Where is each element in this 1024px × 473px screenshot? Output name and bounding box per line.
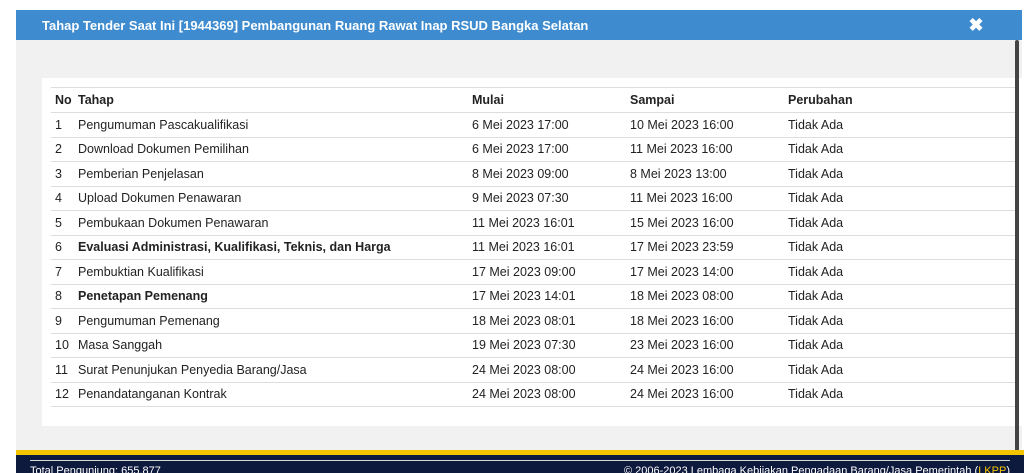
header-sampai: Sampai [626,87,784,113]
table-row: 12 Penandatanganan Kontrak 24 Mei 2023 08:… [51,382,1019,407]
cell-no: 5 [51,210,74,236]
cell-no: 10 [51,333,74,358]
cell-no: 2 [51,137,74,162]
cell-sampai: 10 Mei 2023 16:00 [626,112,784,138]
cell-perubahan: Tidak Ada [784,357,1019,383]
visitor-count: Total Pengunjung: 655.877 [30,465,161,473]
cell-tahap: Pengumuman Pemenang [74,308,468,334]
header-tahap: Tahap [74,87,468,113]
cell-tahap: Pembukaan Dokumen Penawaran [74,210,468,236]
cell-no: 6 [51,235,74,260]
cell-sampai: 18 Mei 2023 08:00 [626,284,784,309]
cell-perubahan: Tidak Ada [784,235,1019,260]
cell-no: 11 [51,357,74,383]
table-row: 2 Download Dokumen Pemilihan 6 Mei 2023 17… [51,137,1019,162]
cell-sampai: 24 Mei 2023 16:00 [626,357,784,383]
table-body: 1 Pengumuman Pascakualifikasi 6 Mei 2023 1… [51,112,1019,407]
table-row: 6 Evaluasi Administrasi, Kualifikasi, Tek… [51,235,1019,260]
cell-mulai: 9 Mei 2023 07:30 [468,186,626,211]
cell-mulai: 19 Mei 2023 07:30 [468,333,626,358]
scrollbar[interactable] [1015,40,1019,460]
cell-no: 7 [51,259,74,285]
cell-no: 8 [51,284,74,309]
table-row: 8 Penetapan Pemenang 17 Mei 2023 14:01 18 M… [51,284,1019,309]
cell-tahap: Download Dokumen Pemilihan [74,137,468,162]
table-row: 9 Pengumuman Pemenang 18 Mei 2023 08:01 18 … [51,308,1019,334]
cell-tahap: Pemberian Penjelasan [74,161,468,187]
table-row: 5 Pembukaan Dokumen Penawaran 11 Mei 2023 … [51,210,1019,236]
modal-header: Tahap Tender Saat Ini [1944369] Pembangu… [16,10,1022,40]
cell-mulai: 24 Mei 2023 08:00 [468,382,626,407]
tahap-tender-modal: Tahap Tender Saat Ini [1944369] Pembangu… [16,10,1024,450]
cell-sampai: 17 Mei 2023 23:59 [626,235,784,260]
cell-mulai: 8 Mei 2023 09:00 [468,161,626,187]
cell-tahap: Upload Dokumen Penawaran [74,186,468,211]
cell-sampai: 23 Mei 2023 16:00 [626,333,784,358]
cell-perubahan: Tidak Ada [784,333,1019,358]
cell-mulai: 18 Mei 2023 08:01 [468,308,626,334]
cell-tahap: Masa Sanggah [74,333,468,358]
cell-no: 4 [51,186,74,211]
table-row: 3 Pemberian Penjelasan 8 Mei 2023 09:00 8 M… [51,161,1019,187]
cell-mulai: 11 Mei 2023 16:01 [468,210,626,236]
cell-sampai: 8 Mei 2023 13:00 [626,161,784,187]
cell-mulai: 24 Mei 2023 08:00 [468,357,626,383]
table-row: 11 Surat Penunjukan Penyedia Barang/Jasa 2… [51,357,1019,383]
cell-tahap: Surat Penunjukan Penyedia Barang/Jasa [74,357,468,383]
site-footer: Total Pengunjung: 655.877 © 2006-2023 Le… [16,455,1024,473]
cell-tahap: Pengumuman Pascakualifikasi [74,112,468,138]
table-row: 1 Pengumuman Pascakualifikasi 6 Mei 2023 1… [51,112,1019,138]
cell-no: 9 [51,308,74,334]
cell-no: 3 [51,161,74,187]
cell-mulai: 11 Mei 2023 16:01 [468,235,626,260]
cell-sampai: 11 Mei 2023 16:00 [626,137,784,162]
cell-perubahan: Tidak Ada [784,259,1019,285]
cell-tahap: Penetapan Pemenang [74,284,468,309]
header-no: No [51,87,74,113]
cell-sampai: 24 Mei 2023 16:00 [626,382,784,407]
table-panel: No Tahap Mulai Sampai Perubahan 1 Pengumu… [42,78,1024,426]
cell-perubahan: Tidak Ada [784,308,1019,334]
cell-mulai: 17 Mei 2023 14:01 [468,284,626,309]
cell-perubahan: Tidak Ada [784,284,1019,309]
page: Tahap Tender Saat Ini [1944369] Pembangu… [0,0,1024,473]
table-row: 10 Masa Sanggah 19 Mei 2023 07:30 23 Mei 20… [51,333,1019,358]
cell-sampai: 15 Mei 2023 16:00 [626,210,784,236]
lkpp-link[interactable]: LKPP [978,465,1006,473]
cell-perubahan: Tidak Ada [784,186,1019,211]
cell-perubahan: Tidak Ada [784,161,1019,187]
table-row: 4 Upload Dokumen Penawaran 9 Mei 2023 07:3… [51,186,1019,211]
cell-perubahan: Tidak Ada [784,137,1019,162]
cell-tahap: Penandatanganan Kontrak [74,382,468,407]
table-header-row: No Tahap Mulai Sampai Perubahan [51,87,1019,113]
cell-tahap: Evaluasi Administrasi, Kualifikasi, Tekn… [74,235,468,260]
copyright: © 2006-2023 Lembaga Kebijakan Pengadaan … [624,465,1010,473]
copyright-close: ) [1006,465,1010,473]
cell-perubahan: Tidak Ada [784,210,1019,236]
header-mulai: Mulai [468,87,626,113]
header-perubahan: Perubahan [784,87,1019,113]
table-row: 7 Pembuktian Kualifikasi 17 Mei 2023 09:00… [51,259,1019,285]
cell-no: 1 [51,112,74,138]
tahap-table: No Tahap Mulai Sampai Perubahan 1 Pengumu… [51,87,1019,407]
footer-divider [30,460,1010,461]
cell-perubahan: Tidak Ada [784,112,1019,138]
cell-perubahan: Tidak Ada [784,382,1019,407]
copyright-text: © 2006-2023 Lembaga Kebijakan Pengadaan … [623,465,979,473]
cell-tahap: Pembuktian Kualifikasi [74,259,468,285]
cell-mulai: 17 Mei 2023 09:00 [468,259,626,285]
cell-sampai: 18 Mei 2023 16:00 [626,308,784,334]
cell-mulai: 6 Mei 2023 17:00 [468,112,626,138]
cell-no: 12 [51,382,74,407]
cell-sampai: 17 Mei 2023 14:00 [626,259,784,285]
modal-title: Tahap Tender Saat Ini [1944369] Pembangu… [42,18,589,33]
cell-mulai: 6 Mei 2023 17:00 [468,137,626,162]
cell-sampai: 11 Mei 2023 16:00 [626,186,784,211]
close-icon[interactable]: ✖ [966,15,986,35]
